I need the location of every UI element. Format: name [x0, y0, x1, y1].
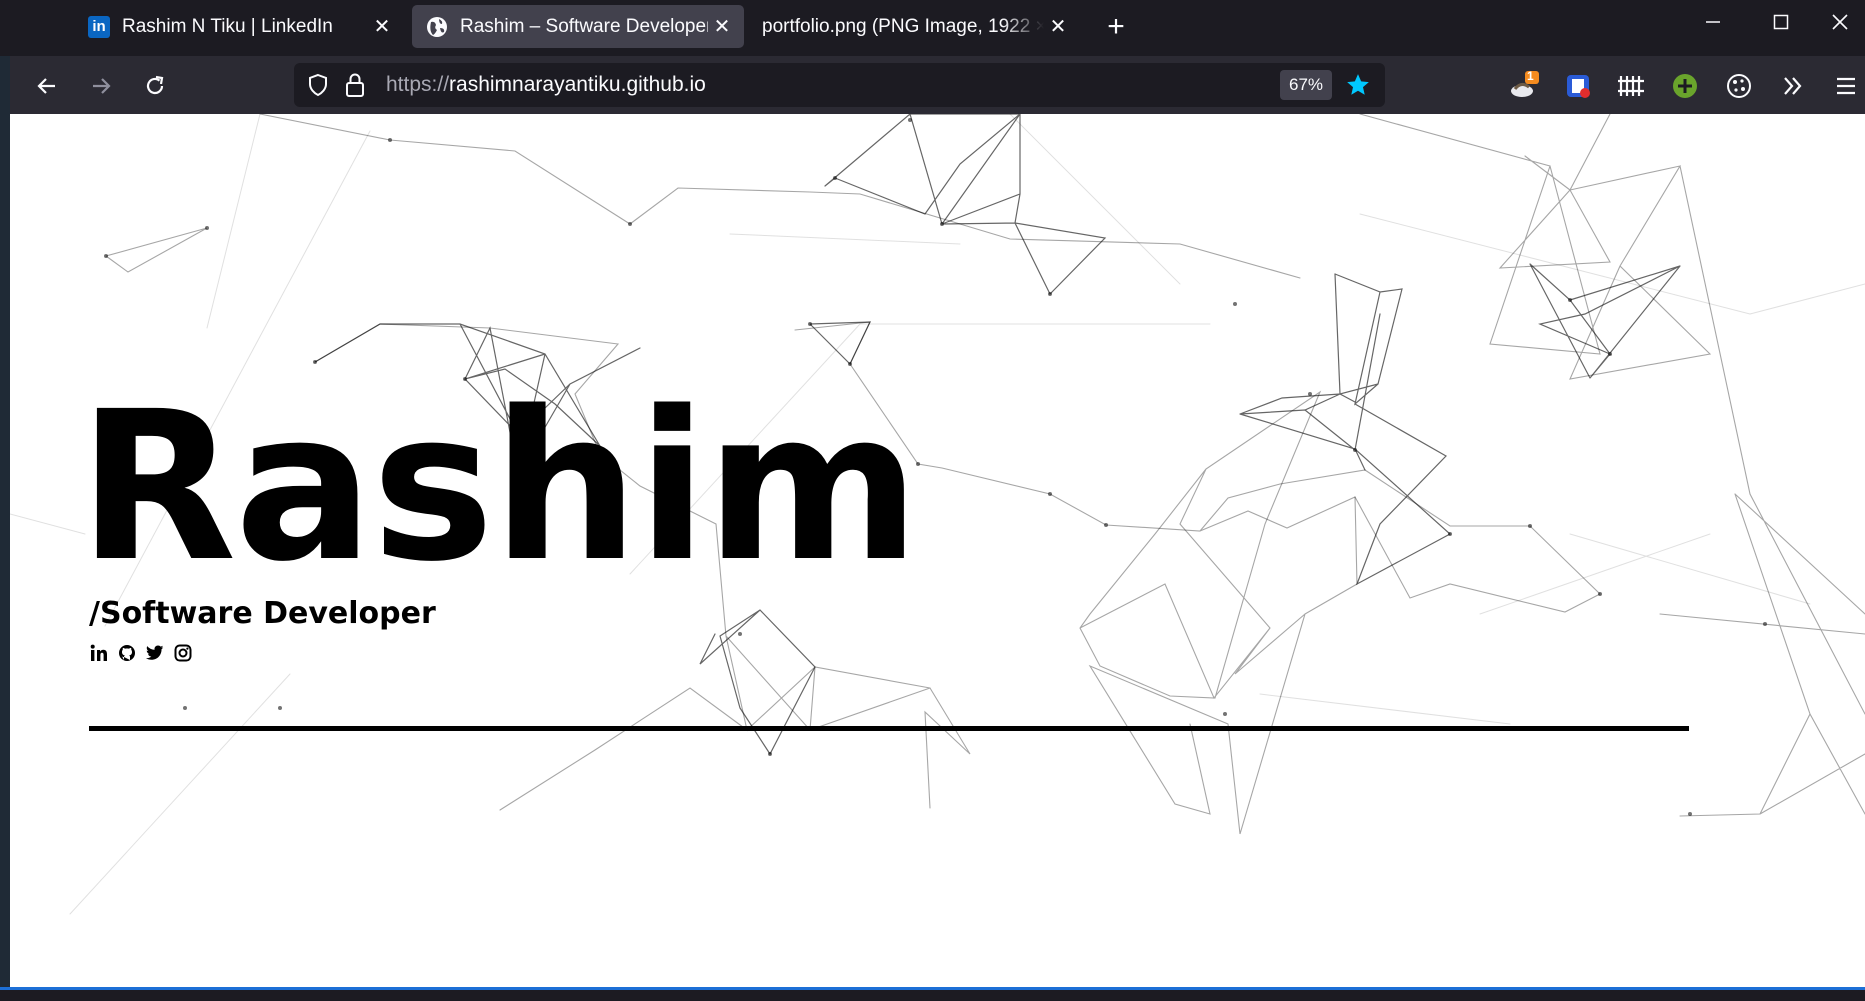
tab-title: Rashim – Software Developer — [460, 15, 708, 37]
minimize-button[interactable] — [1678, 0, 1748, 44]
tracking-protection-shield-icon[interactable] — [306, 73, 330, 102]
zoom-level-button[interactable]: 67% — [1280, 70, 1332, 100]
extension-badge-icon[interactable]: 1 — [1508, 69, 1540, 102]
reload-button[interactable] — [135, 66, 175, 106]
extension-badge-count: 1 — [1527, 69, 1534, 83]
close-tab-icon[interactable]: ✕ — [708, 13, 736, 41]
navigation-toolbar: https://rashimnarayantiku.github.io 67% … — [0, 56, 1865, 114]
social-links — [89, 643, 193, 663]
hero-name-heading: Rashim — [78, 367, 920, 607]
close-window-button[interactable] — [1815, 0, 1865, 44]
shield-extension-icon[interactable] — [1562, 70, 1594, 102]
new-tab-button[interactable]: + — [1097, 8, 1135, 46]
url-host: rashimnarayantiku.github.io — [449, 73, 706, 96]
bookmark-star-icon[interactable] — [1345, 72, 1371, 103]
tab-linkedin[interactable]: in Rashim N Tiku | LinkedIn ✕ — [74, 5, 404, 48]
tab-title: portfolio.png (PNG Image, 1922 × 1 — [762, 15, 1044, 37]
overflow-menu-chevrons-icon[interactable] — [1777, 70, 1809, 102]
url-text[interactable]: https://rashimnarayantiku.github.io — [386, 73, 706, 97]
window-bottom-border — [0, 987, 1865, 990]
tab-png-image[interactable]: portfolio.png (PNG Image, 1922 × 1 ✕ — [748, 5, 1080, 48]
close-tab-icon[interactable]: ✕ — [1044, 13, 1072, 41]
lock-icon[interactable] — [344, 72, 366, 103]
library-icon[interactable] — [1615, 70, 1647, 102]
cookie-icon[interactable] — [1723, 70, 1755, 102]
hero-role-subtitle: /Software Developer — [89, 596, 436, 631]
webpage-viewport[interactable]: Rashim /Software Developer — [10, 114, 1865, 987]
maximize-button[interactable] — [1746, 0, 1816, 44]
globe-icon — [426, 16, 448, 38]
tab-title: Rashim N Tiku | LinkedIn — [122, 15, 333, 37]
hero-divider-line — [89, 726, 1689, 731]
close-tab-icon[interactable]: ✕ — [368, 13, 396, 41]
linkedin-icon[interactable] — [89, 643, 109, 663]
tab-strip: in Rashim N Tiku | LinkedIn ✕ Rashim – S… — [0, 0, 1865, 56]
url-scheme: https:// — [386, 73, 450, 96]
linkedin-icon: in — [88, 15, 110, 38]
hamburger-menu-icon[interactable] — [1830, 70, 1862, 102]
forward-button[interactable] — [81, 66, 121, 106]
instagram-icon[interactable] — [173, 643, 193, 663]
left-window-edge — [0, 56, 10, 1001]
add-extension-icon[interactable] — [1669, 70, 1701, 102]
github-icon[interactable] — [117, 643, 137, 663]
tab-portfolio[interactable]: Rashim – Software Developer ✕ — [412, 5, 744, 48]
back-button[interactable] — [27, 66, 67, 106]
twitter-icon[interactable] — [145, 643, 165, 663]
address-bar[interactable]: https://rashimnarayantiku.github.io 67% — [294, 63, 1385, 107]
